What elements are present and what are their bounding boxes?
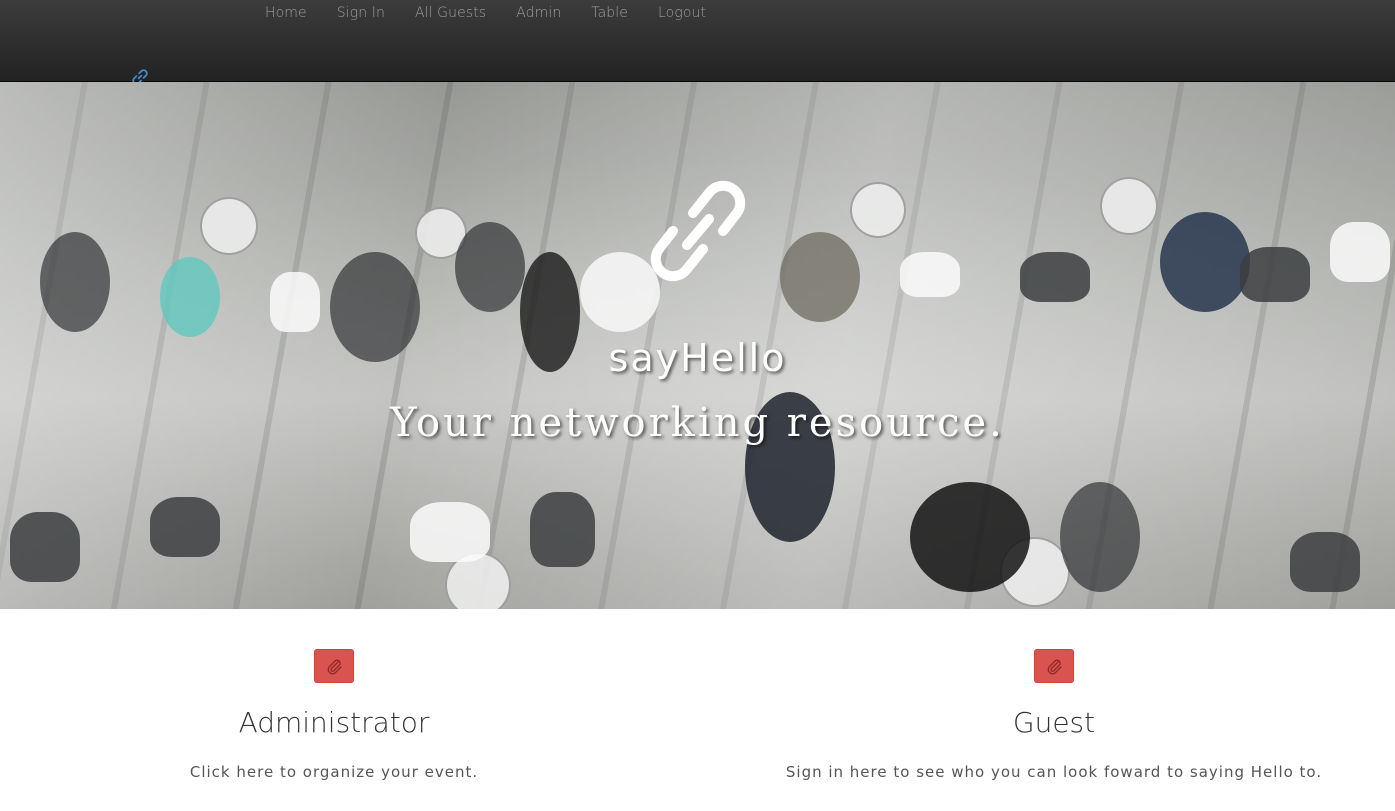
administrator-title: Administrator: [238, 706, 430, 739]
person-figure: [40, 232, 110, 332]
hero-title: sayHello: [608, 336, 787, 380]
nav-links: Home Sign In All Guests Admin Table Logo…: [250, 0, 721, 28]
person-figure: [910, 482, 1030, 592]
nav-sign-in-link[interactable]: Sign In: [322, 0, 400, 28]
chair: [530, 492, 595, 567]
paperclip-icon: [1047, 659, 1062, 675]
hero-subtitle: Your networking resource.: [390, 400, 1005, 446]
chair: [150, 497, 220, 557]
person-figure: [780, 232, 860, 322]
guest-description-link[interactable]: Sign in here to see who you can look fow…: [754, 761, 1354, 783]
chair: [900, 252, 960, 297]
administrator-description-link[interactable]: Click here to organize your event.: [34, 761, 634, 783]
chair: [1290, 532, 1360, 592]
nav-table-link[interactable]: Table: [576, 0, 643, 28]
chair: [1240, 247, 1310, 302]
link-icon: [650, 180, 746, 282]
person-figure: [1160, 212, 1250, 312]
person-figure: [455, 222, 525, 312]
chair: [270, 272, 320, 332]
person-figure: [1060, 482, 1140, 592]
hero-banner: sayHello Your networking resource.: [0, 82, 1395, 609]
top-navbar: Home Sign In All Guests Admin Table Logo…: [0, 0, 1395, 85]
chair: [10, 512, 80, 582]
nav-home-link[interactable]: Home: [250, 0, 322, 28]
administrator-button[interactable]: [314, 649, 354, 683]
administrator-feature: Administrator Click here to organize you…: [34, 649, 634, 783]
cafe-table: [200, 197, 258, 255]
guest-feature: Guest Sign in here to see who you can lo…: [754, 649, 1354, 783]
nav-logout-link[interactable]: Logout: [643, 0, 721, 28]
cafe-table: [1100, 177, 1158, 235]
guest-title: Guest: [1012, 706, 1096, 739]
person-figure: [160, 257, 220, 337]
nav-admin-link[interactable]: Admin: [501, 0, 576, 28]
chair: [1330, 222, 1390, 282]
chair: [410, 502, 490, 562]
cafe-table: [850, 182, 906, 238]
nav-all-guests-link[interactable]: All Guests: [400, 0, 501, 28]
guest-button[interactable]: [1034, 649, 1074, 683]
paperclip-icon: [327, 659, 342, 675]
chair: [1020, 252, 1090, 302]
